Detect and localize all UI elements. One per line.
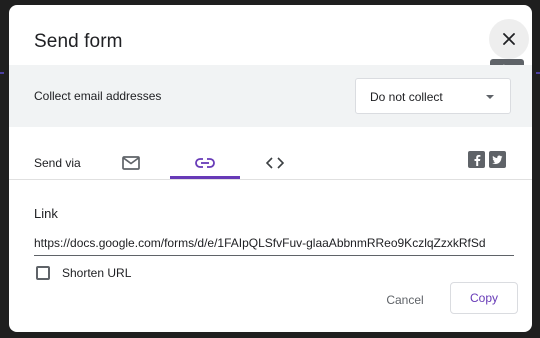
link-heading: Link bbox=[34, 206, 58, 221]
twitter-icon bbox=[492, 155, 503, 164]
tabs-divider bbox=[9, 179, 532, 180]
close-icon bbox=[503, 33, 515, 45]
link-url-field[interactable]: https://docs.google.com/forms/d/e/1FAIpQ… bbox=[34, 236, 514, 252]
send-via-label: Send via bbox=[34, 156, 81, 170]
link-url-underline bbox=[34, 255, 514, 256]
background-edge-mark bbox=[0, 72, 4, 74]
copy-button[interactable]: Copy bbox=[450, 282, 518, 314]
background-edge-mark bbox=[536, 72, 540, 74]
cancel-button[interactable]: Cancel bbox=[374, 284, 436, 316]
collect-email-selected-value: Do not collect bbox=[370, 90, 443, 104]
dialog-title: Send form bbox=[34, 31, 123, 52]
dropdown-arrow-icon bbox=[486, 95, 494, 99]
email-icon bbox=[122, 156, 140, 170]
twitter-share-button[interactable] bbox=[489, 151, 506, 168]
shorten-url-label[interactable]: Shorten URL bbox=[62, 266, 131, 280]
collect-email-select[interactable]: Do not collect bbox=[355, 78, 511, 114]
facebook-share-button[interactable] bbox=[468, 151, 485, 168]
collect-email-label: Collect email addresses bbox=[34, 89, 162, 103]
shorten-url-checkbox[interactable] bbox=[36, 266, 50, 280]
tab-email[interactable] bbox=[96, 145, 166, 181]
link-icon bbox=[195, 158, 215, 168]
tab-embed[interactable] bbox=[240, 145, 310, 181]
embed-code-icon bbox=[266, 157, 284, 169]
send-form-dialog: Send form Close Collect email addresses … bbox=[9, 5, 532, 332]
close-button[interactable] bbox=[489, 19, 529, 59]
facebook-icon bbox=[474, 154, 480, 166]
